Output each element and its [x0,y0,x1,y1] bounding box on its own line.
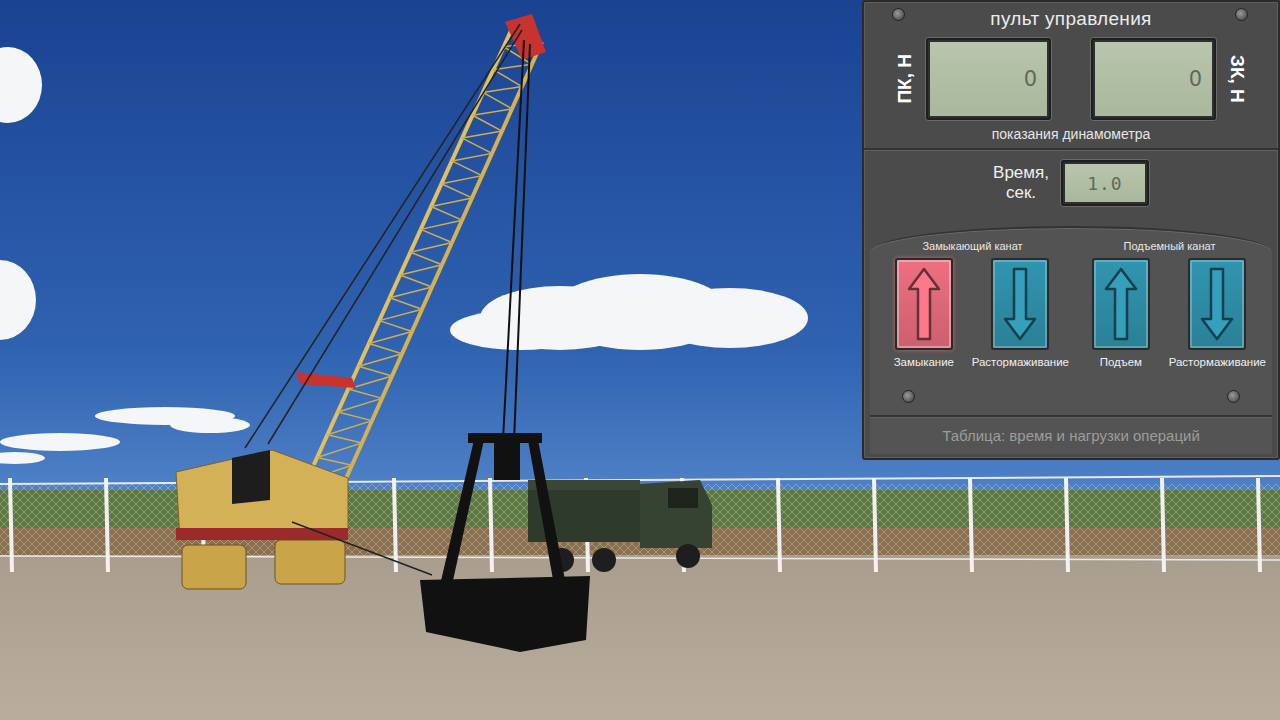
button-row: Замыкание Растормаживание [876,258,1069,368]
rope-group-title: Замыкающий канат [922,238,1022,258]
sky [0,0,1280,495]
time-label-line: сек. [1006,183,1036,203]
control-panel: пульт управления ПК, Н 0 0 ЗК, Н показания ди… [862,0,1280,460]
control-button-label: Подъем [1100,356,1142,368]
dynamometer-display: 0 [926,38,1051,120]
lcd-screen: 1.0 [1065,164,1145,202]
dynamometer-display: 0 [1091,38,1216,120]
lcd-screen: 0 [1095,42,1212,116]
panel-title: пульт управления [990,8,1151,38]
control-button-label: Растормаживание [1169,356,1266,368]
time-section: Время,сек. 1.0 [864,150,1278,222]
dynamometer-reading: 0 [1189,67,1202,91]
rope-group: Замыкающий канат Замыкание Растормаживание [876,238,1069,409]
control-button-label: Растормаживание [972,356,1069,368]
control-button[interactable] [991,258,1049,350]
rope-group: Подъемный канат Подъем Растормаживание [1073,238,1266,409]
time-reading: 1.0 [1087,173,1123,194]
time-label-line: Время, [993,163,1049,183]
control-cell: Растормаживание [1169,258,1266,368]
control-cell: Подъем [1073,258,1169,368]
crane [176,14,546,589]
arrow-down-icon [1200,267,1234,341]
crane-boom [286,24,542,532]
clouds [0,47,808,464]
dynamometer-label: ЗК, Н [1226,55,1248,103]
grab-bucket [420,433,590,652]
dynamometer-caption: показания динамометра [992,120,1151,142]
button-row: Подъем Растормаживание [1073,258,1266,368]
time-display: 1.0 [1061,160,1149,206]
rope-group-title: Подъемный канат [1124,238,1216,258]
lcd-screen: 0 [930,42,1047,116]
screw-icon [1235,8,1248,21]
control-button[interactable] [895,258,953,350]
time-label: Время,сек. [993,163,1049,202]
dynamometer-reading: 0 [1024,67,1037,91]
control-button-label: Замыкание [894,356,954,368]
screw-icon [892,8,905,21]
control-cell: Растормаживание [972,258,1069,368]
arrow-up-icon [907,267,941,341]
control-cell: Замыкание [876,258,972,368]
simulator-view: пульт управления ПК, Н 0 0 ЗК, Н показания ди… [0,0,1280,720]
controls-section: Замыкающий канат Замыкание Растормаживание… [870,226,1272,415]
arrow-up-icon [1104,267,1138,341]
control-button[interactable] [1188,258,1246,350]
table-button: Таблица: время и нагрузки операций [870,415,1272,454]
control-button[interactable] [1092,258,1150,350]
table-button-label: Таблица: время и нагрузки операций [942,427,1200,444]
dynamometer-section: пульт управления ПК, Н 0 0 ЗК, Н показания ди… [864,2,1278,150]
dynamometer-label: ПК, Н [894,54,916,104]
screw-icon [902,390,915,403]
arrow-down-icon [1003,267,1037,341]
screw-icon [1227,390,1240,403]
dynamometer-row: ПК, Н 0 0 ЗК, Н [894,38,1248,120]
